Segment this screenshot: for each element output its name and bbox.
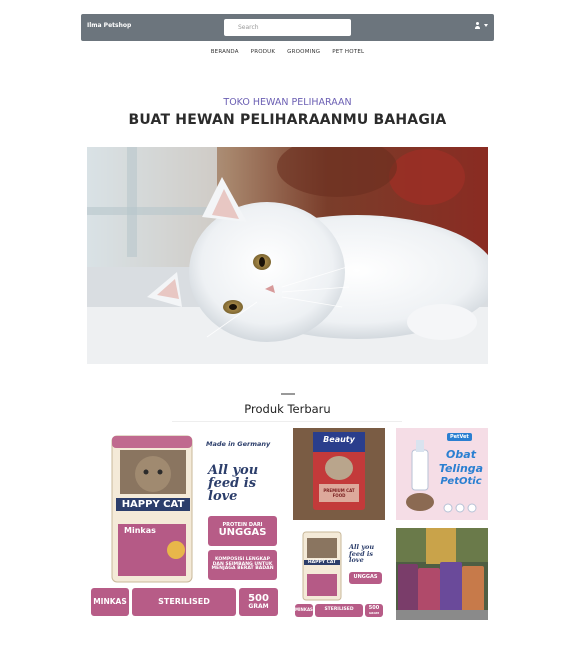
small-weight-unit: GRAM (368, 610, 380, 615)
petotic-line2: Telinga (438, 462, 484, 475)
protein-badge: PROTEIN DARI UNGGAS (208, 516, 277, 546)
tag-minkas: MINKAS (91, 588, 129, 616)
small-tag-sterilised: STERILISED (315, 604, 363, 617)
brand-name[interactable]: Ilma Petshop (87, 22, 131, 29)
small-slogan: All you feed is love (349, 543, 375, 564)
made-in-germany: Made in Germany (206, 440, 271, 448)
small-protein-badge: UNGGAS (349, 572, 382, 584)
nav-link-beranda[interactable]: BERANDA (211, 49, 239, 55)
top-navbar: Ilma Petshop (81, 14, 494, 41)
composition-badge: KOMPOSISI LENGKAP DAN SEIMBANG UNTUK MEN… (208, 550, 277, 580)
nav-link-produk[interactable]: PRODUK (251, 49, 276, 55)
protein-value: UNGGAS (218, 527, 267, 539)
section-divider (281, 393, 295, 395)
product-card-happy-cat-large[interactable]: HAPPY CAT Minkas Made in Germany All you… (88, 428, 284, 620)
hero-subtitle: TOKO HEWAN PELIHARAAN (223, 97, 352, 108)
product-variant: Minkas (124, 526, 156, 535)
small-brand: HAPPY CAT (304, 560, 340, 565)
product-brand: HAPPY CAT (116, 498, 190, 511)
weight-unit: GRAM (248, 603, 269, 611)
section-title: Produk Terbaru (244, 402, 331, 416)
tag-sterilised: STERILISED (132, 588, 236, 616)
nav-link-pet-hotel[interactable]: PET HOTEL (332, 49, 364, 55)
weight-badge: 500 GRAM (239, 588, 278, 616)
nav-link-grooming[interactable]: GROOMING (287, 49, 320, 55)
beauty-label: PREMIUM CAT FOOD (323, 488, 355, 498)
hero-headline: BUAT HEWAN PELIHARAANMU BAHAGIA (128, 112, 447, 128)
main-nav: BERANDA PRODUK GROOMING PET HOTEL (0, 49, 575, 55)
petotic-line3: PetOtic (440, 476, 482, 487)
product-card-happy-cat-small[interactable]: HAPPY CAT All you feed is love UNGGAS MI… (293, 528, 385, 620)
petotic-line1: Obat (446, 448, 476, 461)
petvet-brand: PetVet (447, 433, 472, 441)
composition-text: KOMPOSISI LENGKAP DAN SEIMBANG UNTUK MEN… (211, 556, 274, 572)
slogan-text: All you feed is love (208, 463, 259, 504)
user-icon (474, 22, 481, 29)
stacked-bags-image (396, 528, 488, 620)
small-weight-badge: 500 GRAM (365, 604, 383, 617)
chevron-down-icon (484, 24, 488, 27)
small-tag-minkas: MINKAS (295, 604, 313, 617)
section-rule (172, 421, 402, 422)
product-card-beauty[interactable]: Beauty PREMIUM CAT FOOD (293, 428, 385, 520)
beauty-brand: Beauty (323, 435, 355, 444)
hero-cat-image (87, 147, 488, 364)
product-card-petotic[interactable]: PetVet Obat Telinga PetOtic (396, 428, 488, 520)
product-card-stacked-bags[interactable] (396, 528, 488, 620)
search-input[interactable] (224, 19, 351, 36)
user-menu-button[interactable] (474, 22, 488, 29)
